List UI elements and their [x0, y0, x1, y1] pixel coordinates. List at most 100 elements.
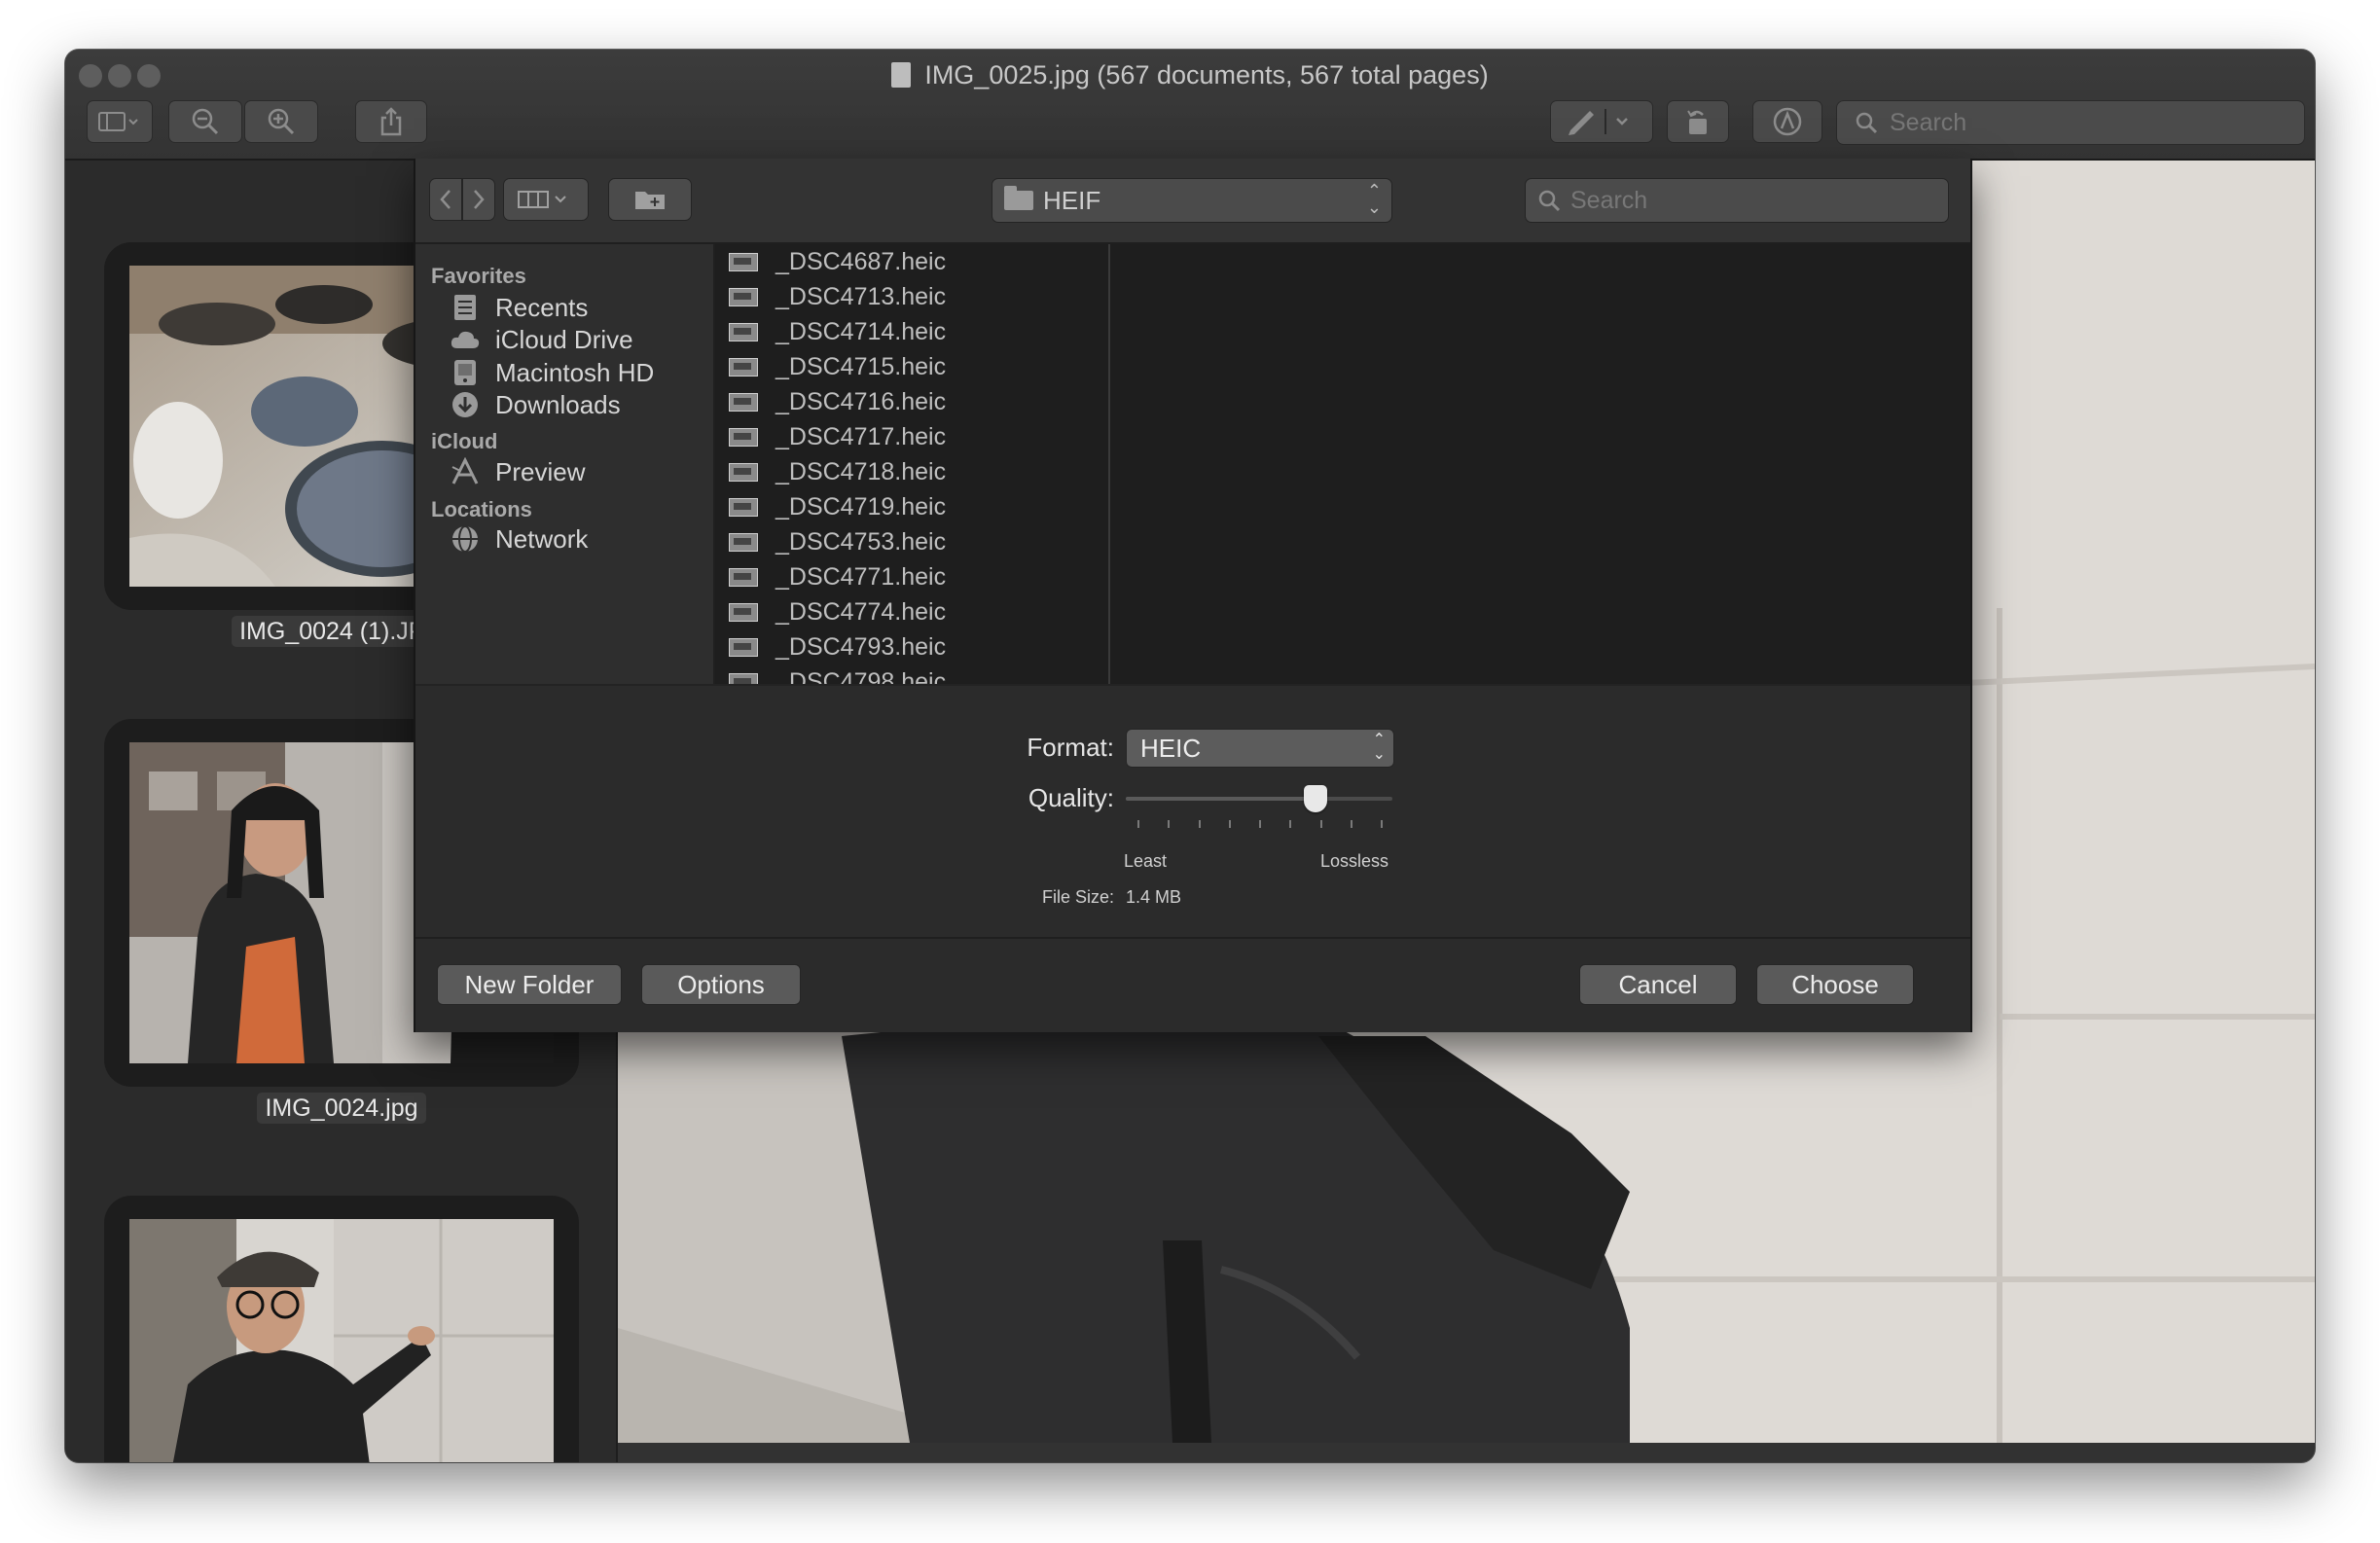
dialog-sidebar: Favorites Recents iCloud Drive Macintosh…: [415, 244, 715, 684]
dialog-search-placeholder: Search: [1570, 186, 1648, 214]
export-options-panel: Format: HEIC ⌃ ⌄ Quality: Least Lossless …: [415, 684, 1970, 939]
hard-drive-icon: [449, 356, 482, 389]
cancel-button[interactable]: Cancel: [1579, 964, 1737, 1005]
quality-max-label: Lossless: [1320, 851, 1389, 871]
file-item[interactable]: _DSC4774.heic: [729, 594, 946, 629]
zoom-in-button[interactable]: [244, 100, 318, 143]
image-file-icon: [729, 532, 758, 552]
new-folder-toolbar-button[interactable]: [608, 178, 692, 221]
image-file-icon: [729, 357, 758, 377]
image-file-icon: [729, 567, 758, 587]
sidebar-item-preview[interactable]: Preview: [449, 455, 585, 488]
file-item[interactable]: _DSC4753.heic: [729, 524, 946, 559]
quality-slider-knob[interactable]: [1303, 785, 1327, 812]
quality-label: Quality:: [1028, 783, 1114, 812]
format-popup[interactable]: HEIC ⌃ ⌄: [1126, 729, 1394, 768]
image-file-icon: [729, 392, 758, 412]
file-item[interactable]: _DSC4793.heic: [729, 629, 946, 664]
slider-tick: [1259, 820, 1261, 828]
file-list-column[interactable]: _DSC4687.heic _DSC4713.heic _DSC4714.hei…: [715, 244, 1110, 684]
slider-tick: [1319, 820, 1322, 828]
chevron-updown-icon: ⌃ ⌄: [1372, 732, 1386, 763]
sidebar-section-icloud: iCloud: [431, 429, 498, 453]
back-button[interactable]: [429, 178, 462, 221]
folder-icon: [1004, 186, 1033, 210]
file-size-value: 1.4 MB: [1126, 887, 1182, 907]
quality-min-label: Least: [1124, 851, 1168, 871]
image-file-icon: [729, 602, 758, 622]
zoom-out-button[interactable]: [168, 100, 242, 143]
thumbnail-card-3[interactable]: [104, 1196, 579, 1462]
rotate-icon: [1687, 110, 1707, 134]
share-button[interactable]: [355, 100, 427, 143]
image-file-icon: [729, 672, 758, 684]
view-mode-button[interactable]: [503, 178, 589, 221]
dialog-toolbar: HEIF ⌃ ⌄ Search: [415, 159, 1970, 244]
window-toolbar: IMG_0025.jpg (567 documents, 567 total p…: [65, 50, 2315, 161]
image-file-icon: [729, 252, 758, 271]
sidebar-item-label: Recents: [495, 292, 589, 322]
document-icon: [891, 62, 912, 88]
file-size-label: File Size:: [1041, 887, 1114, 907]
file-item[interactable]: _DSC4713.heic: [729, 279, 946, 314]
file-item[interactable]: _DSC4714.heic: [729, 314, 946, 349]
columns-view-icon: [518, 191, 566, 208]
slider-tick: [1228, 820, 1231, 828]
thumbnail-label-2[interactable]: IMG_0024.jpg: [65, 1093, 618, 1124]
file-item[interactable]: _DSC4798.heic: [729, 664, 946, 684]
sidebar-icon: [98, 112, 138, 131]
slider-tick: [1198, 820, 1201, 828]
sidebar-item-macintosh-hd[interactable]: Macintosh HD: [449, 356, 654, 389]
sidebar-item-downloads[interactable]: Downloads: [449, 388, 621, 421]
pen-icon: [1569, 109, 1628, 135]
dialog-search-field[interactable]: Search: [1525, 178, 1949, 223]
options-button[interactable]: Options: [641, 964, 801, 1005]
zoom-out-icon: [192, 108, 219, 135]
network-globe-icon: [449, 522, 482, 556]
file-item[interactable]: _DSC4718.heic: [729, 454, 946, 489]
slider-tick: [1137, 820, 1139, 828]
downloads-icon: [449, 388, 482, 421]
image-file-icon: [729, 427, 758, 447]
new-folder-button[interactable]: New Folder: [437, 964, 622, 1005]
slider-tick: [1168, 820, 1171, 828]
zoom-in-icon: [268, 108, 295, 135]
image-file-icon: [729, 322, 758, 341]
share-icon: [380, 107, 402, 136]
export-dialog: HEIF ⌃ ⌄ Search Favorites Recents iCloud…: [414, 159, 1972, 1032]
sidebar-item-recents[interactable]: Recents: [449, 291, 588, 324]
file-item[interactable]: _DSC4717.heic: [729, 419, 946, 454]
rotate-button[interactable]: [1667, 100, 1729, 143]
toolbar-search-field[interactable]: Search: [1836, 100, 2305, 145]
sidebar-section-favorites: Favorites: [431, 264, 526, 288]
quality-slider[interactable]: [1126, 785, 1392, 812]
preview-window: IMG_0025.jpg (567 documents, 567 total p…: [65, 50, 2315, 1462]
forward-button[interactable]: [462, 178, 495, 221]
file-preview-column: [1110, 244, 1970, 684]
location-popup[interactable]: HEIF ⌃ ⌄: [992, 178, 1392, 223]
slider-tick: [1289, 820, 1292, 828]
slider-tick: [1350, 820, 1352, 828]
sidebar-toggle-button[interactable]: [87, 100, 153, 143]
window-title: IMG_0025.jpg (567 documents, 567 total p…: [65, 55, 2315, 94]
markup-toolbar-button[interactable]: [1752, 100, 1822, 143]
quality-slider-fill: [1126, 797, 1316, 801]
sidebar-item-label: Network: [495, 523, 589, 554]
image-file-icon: [729, 497, 758, 517]
file-item[interactable]: _DSC4771.heic: [729, 559, 946, 594]
choose-button[interactable]: Choose: [1756, 964, 1914, 1005]
sidebar-section-locations: Locations: [431, 497, 532, 521]
dialog-footer: New Folder Options Cancel Choose: [415, 937, 1970, 1032]
sidebar-item-icloud-drive[interactable]: iCloud Drive: [449, 323, 633, 356]
markup-icon: [1773, 107, 1802, 136]
file-item[interactable]: _DSC4716.heic: [729, 384, 946, 419]
file-item[interactable]: _DSC4715.heic: [729, 349, 946, 384]
file-item[interactable]: _DSC4719.heic: [729, 489, 946, 524]
sidebar-item-network[interactable]: Network: [449, 522, 588, 556]
markup-pen-button[interactable]: [1550, 100, 1653, 143]
slider-tick: [1381, 820, 1383, 828]
image-file-icon: [729, 287, 758, 306]
file-item[interactable]: _DSC4687.heic: [729, 244, 946, 279]
toolbar-search-placeholder: Search: [1890, 108, 1967, 136]
chevron-left-icon: [440, 190, 451, 209]
